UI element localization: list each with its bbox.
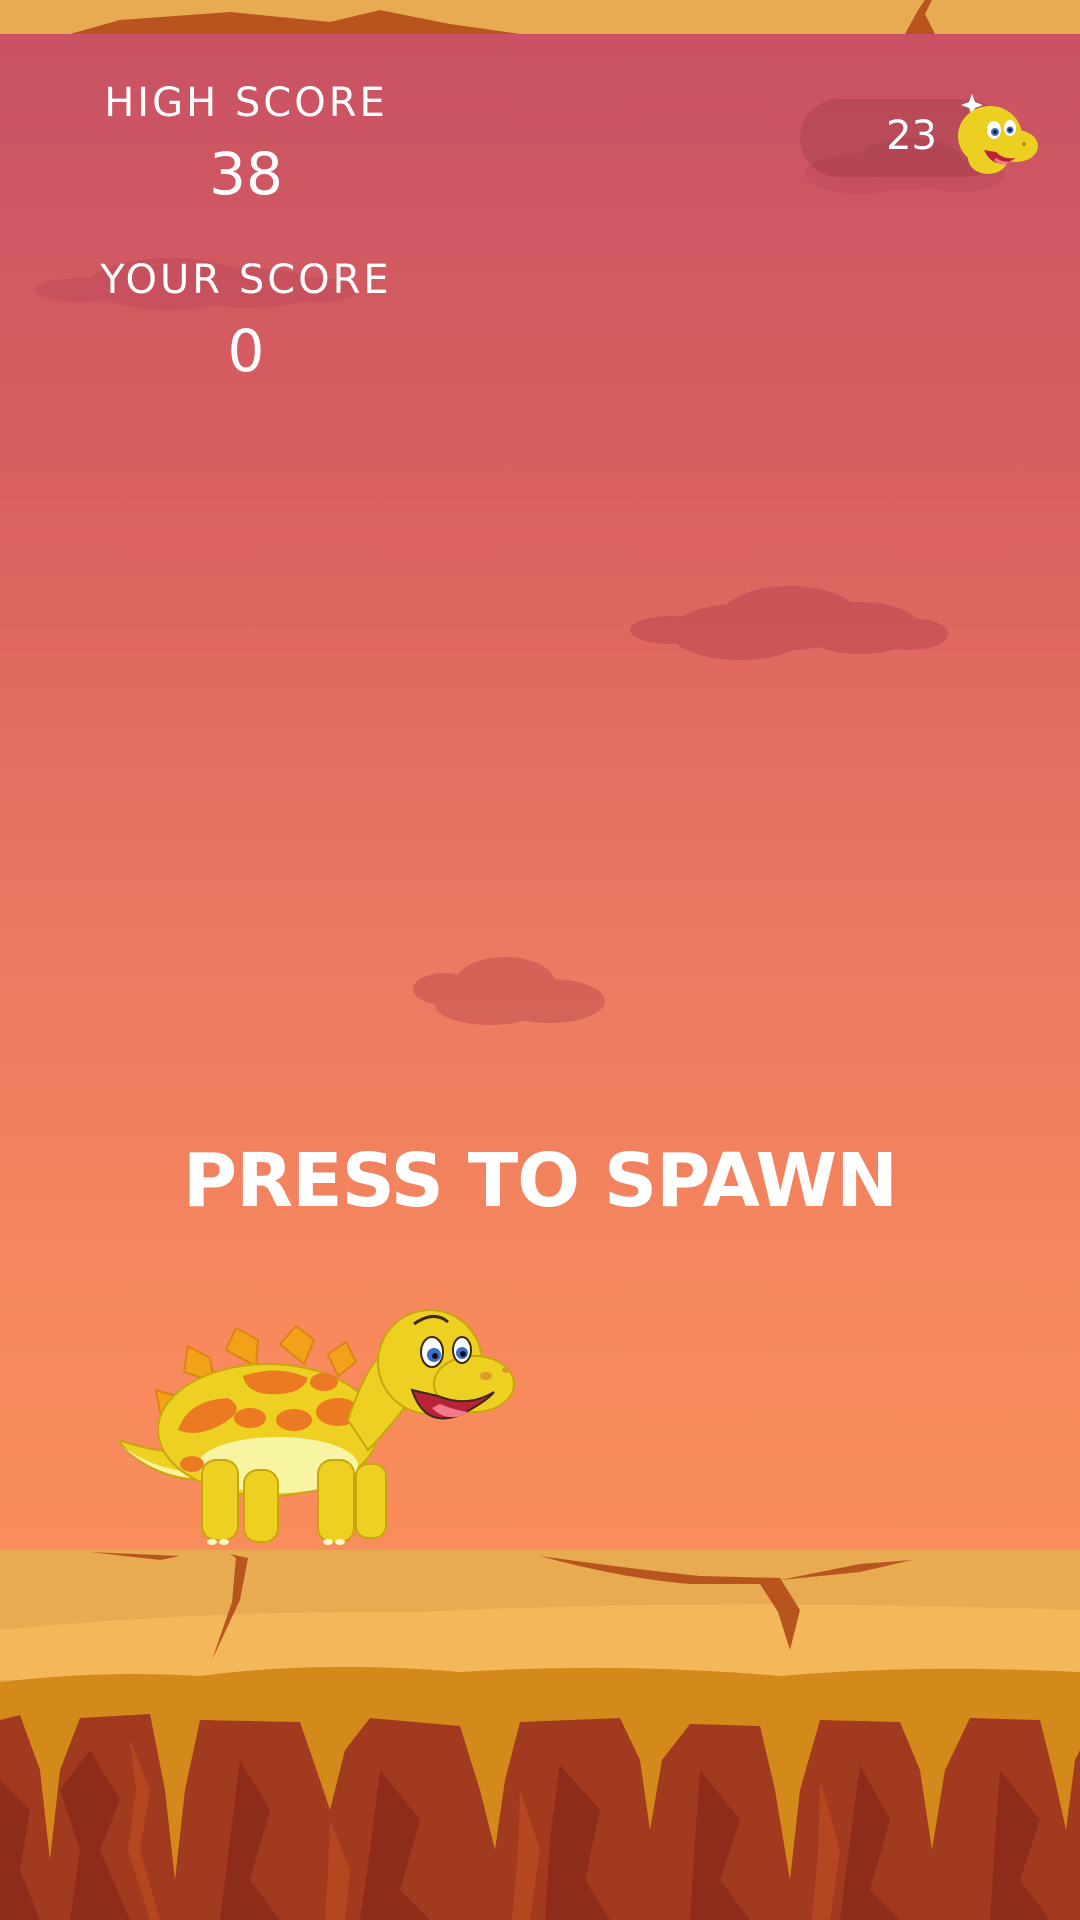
high-score-value: 38 (209, 140, 283, 208)
top-ground-strip (0, 0, 1080, 34)
press-to-spawn-prompt[interactable]: PRESS TO SPAWN (0, 1138, 1080, 1224)
stegosaurus-character (118, 1309, 515, 1545)
coin-count: 23 (886, 113, 937, 159)
cloud (630, 586, 948, 660)
your-score-panel: YOUR SCORE 0 (60, 257, 432, 385)
cloud (413, 957, 605, 1025)
high-score-label: HIGH SCORE (104, 80, 388, 126)
your-score-value: 0 (227, 317, 265, 385)
lava-ground (0, 1550, 1080, 1920)
high-score-panel: HIGH SCORE 38 (60, 80, 432, 208)
dino-head-icon (958, 94, 1038, 174)
your-score-label: YOUR SCORE (100, 257, 392, 303)
top-ground-cracks (70, 0, 935, 34)
